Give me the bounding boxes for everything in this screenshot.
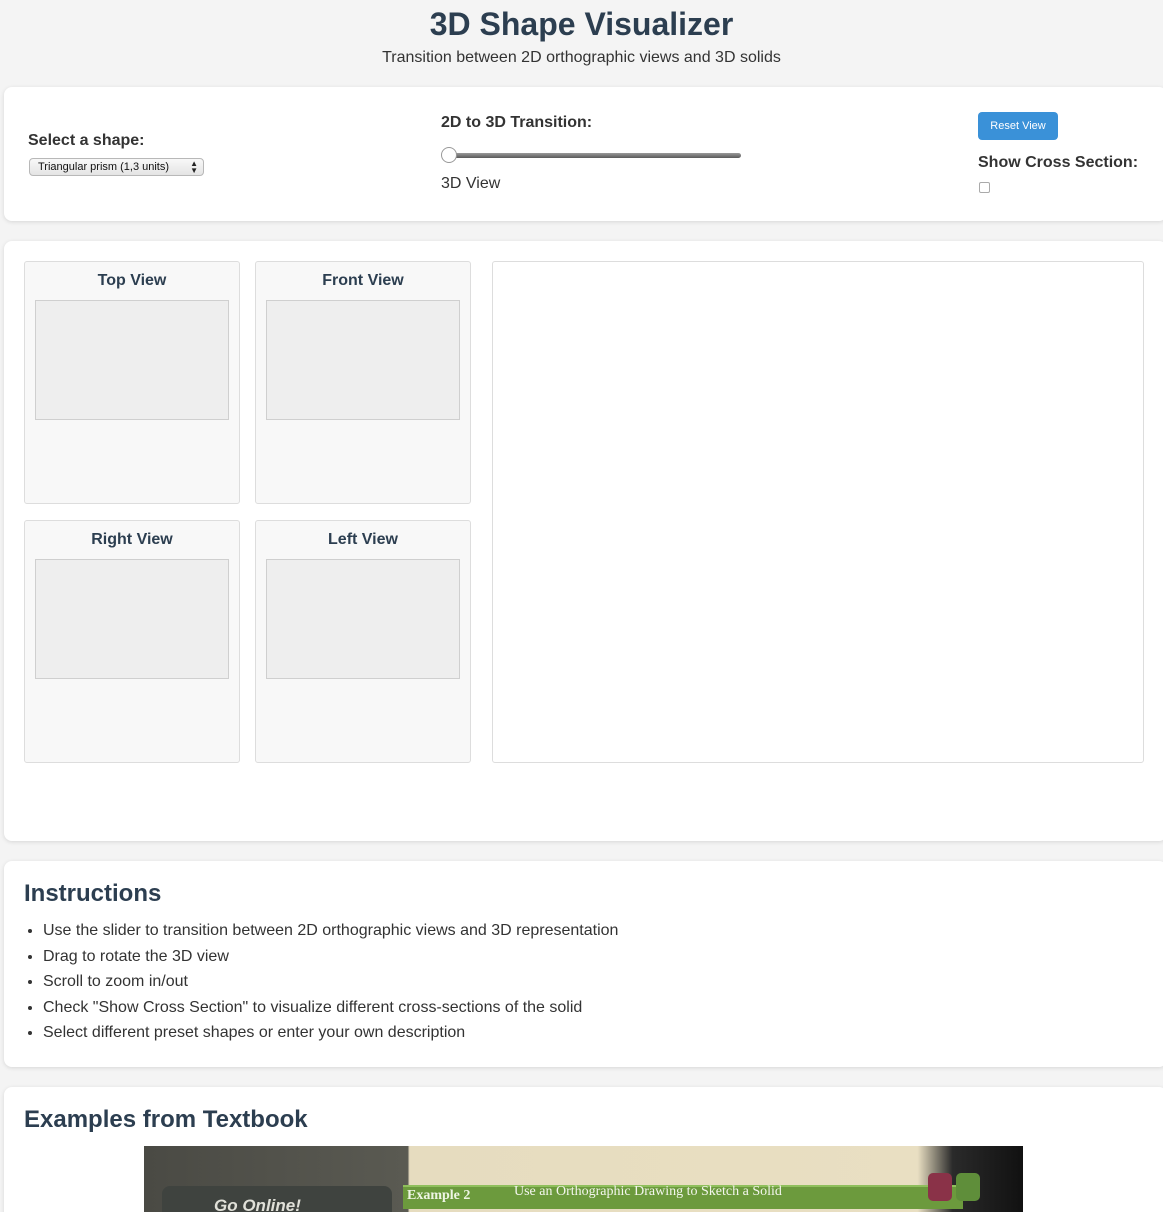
select-arrows-icon: ▲ ▼ bbox=[190, 159, 198, 175]
shape-select-label: Select a shape: bbox=[28, 132, 145, 149]
front-view-title: Front View bbox=[322, 272, 404, 289]
3d-canvas[interactable] bbox=[492, 261, 1144, 763]
page-title: 3D Shape Visualizer bbox=[429, 6, 734, 42]
list-item: Scroll to zoom in/out bbox=[43, 970, 618, 996]
list-item: Use the slider to transition between 2D … bbox=[43, 919, 618, 945]
controls-panel: Select a shape: Triangular prism (1,3 un… bbox=[4, 87, 1163, 221]
instructions-title: Instructions bbox=[24, 880, 162, 907]
photo-banner-text: Use an Orthographic Drawing to Sketch a … bbox=[514, 1184, 782, 1199]
people-icon bbox=[956, 1173, 980, 1201]
front-view-canvas bbox=[266, 300, 460, 420]
top-view-canvas bbox=[35, 300, 229, 420]
page: 3D Shape Visualizer Transition between 2… bbox=[0, 0, 1163, 1212]
page-subtitle: Transition between 2D orthographic views… bbox=[382, 49, 781, 66]
shape-select-value: Triangular prism (1,3 units) bbox=[38, 161, 170, 173]
list-item: Check "Show Cross Section" to visualize … bbox=[43, 996, 618, 1022]
instructions-list: Use the slider to transition between 2D … bbox=[24, 919, 618, 1047]
right-view-canvas bbox=[35, 559, 229, 679]
view-mode-label: 3D View bbox=[441, 175, 501, 192]
cross-section-label: Show Cross Section: bbox=[978, 154, 1139, 171]
photo-example-label: Example 2 bbox=[407, 1188, 471, 1203]
top-view-title: Top View bbox=[97, 272, 167, 289]
top-view-card: Top View bbox=[24, 261, 240, 504]
chat-icon bbox=[928, 1173, 952, 1201]
left-view-title: Left View bbox=[328, 531, 398, 548]
shape-select[interactable]: Triangular prism (1,3 units) ▲ ▼ bbox=[29, 158, 204, 176]
right-view-card: Right View bbox=[24, 520, 240, 763]
viewer-panel: Top View Front View Right View Left View bbox=[4, 241, 1163, 841]
left-view-canvas bbox=[266, 559, 460, 679]
list-item: Drag to rotate the 3D view bbox=[43, 945, 618, 971]
transition-slider-track[interactable] bbox=[444, 153, 741, 158]
examples-title: Examples from Textbook bbox=[24, 1106, 308, 1133]
reset-view-button[interactable]: Reset View bbox=[978, 112, 1058, 140]
right-view-title: Right View bbox=[91, 531, 173, 548]
examples-panel: Examples from Textbook Go Online! Exampl… bbox=[4, 1087, 1163, 1212]
photo-go-online-text: Go Online! bbox=[214, 1196, 301, 1212]
list-item: Select different preset shapes or enter … bbox=[43, 1021, 618, 1047]
front-view-card: Front View bbox=[255, 261, 471, 504]
left-view-card: Left View bbox=[255, 520, 471, 763]
transition-slider-thumb[interactable] bbox=[441, 147, 457, 163]
cross-section-checkbox[interactable] bbox=[979, 182, 990, 193]
instructions-panel: Instructions Use the slider to transitio… bbox=[4, 861, 1163, 1067]
textbook-example-image: Go Online! Example 2 Use an Orthographic… bbox=[144, 1146, 1023, 1212]
transition-label: 2D to 3D Transition: bbox=[441, 114, 593, 131]
